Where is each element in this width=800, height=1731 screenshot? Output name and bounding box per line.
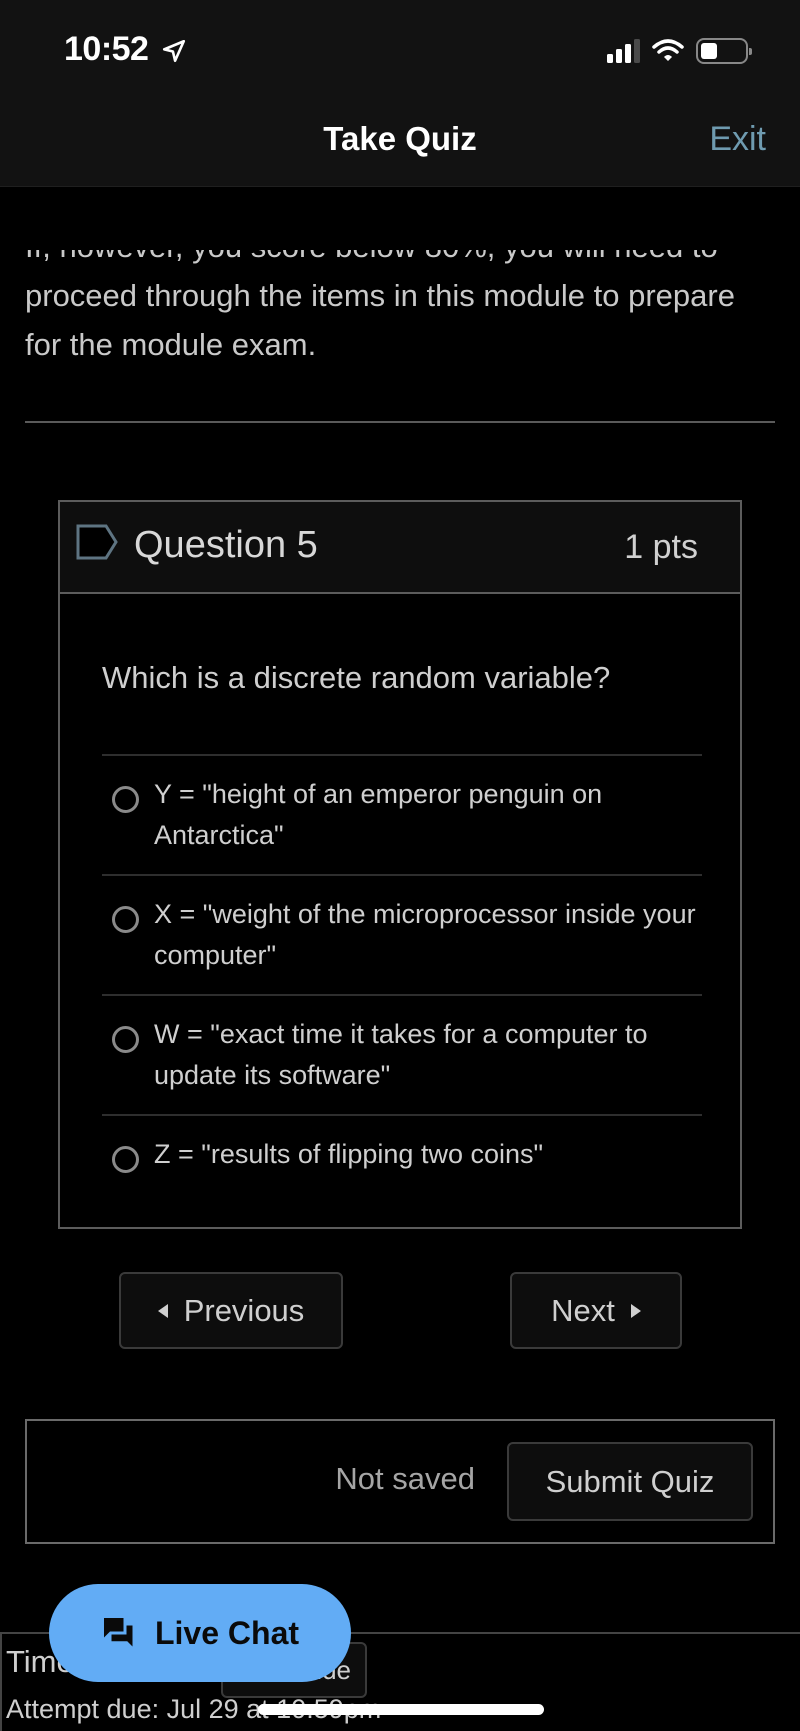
live-chat-label: Live Chat xyxy=(154,1614,300,1651)
answer-option[interactable]: Z = "results of flipping two coins" xyxy=(102,1114,702,1214)
home-indicator[interactable] xyxy=(258,1704,544,1715)
status-time: 10:52 xyxy=(64,30,187,69)
radio-button[interactable] xyxy=(112,906,139,933)
caret-right-icon xyxy=(630,1303,641,1318)
answer-option[interactable]: W = "exact time it takes for a computer … xyxy=(102,994,702,1114)
instructions-line: proceed through the items in this module… xyxy=(25,278,735,313)
previous-label: Previous xyxy=(183,1292,305,1328)
submit-quiz-button[interactable]: Submit Quiz xyxy=(507,1442,753,1521)
top-bar: 10:52 Take Quiz Exit xyxy=(0,0,800,187)
save-status: Not saved xyxy=(335,1461,475,1496)
answer-option[interactable]: X = "weight of the microprocessor inside… xyxy=(102,874,702,994)
status-time-text: 10:52 xyxy=(64,30,149,68)
question-text: Which is a discrete random variable? xyxy=(102,660,611,695)
next-label: Next xyxy=(551,1292,615,1328)
status-icons xyxy=(607,38,752,64)
quiz-instructions: If, however, you score below 80%, you wi… xyxy=(25,250,785,395)
answer-option[interactable]: Y = "height of an emperor penguin on Ant… xyxy=(102,754,702,874)
answer-label: W = "exact time it takes for a computer … xyxy=(154,1019,648,1090)
question-title: Question 5 xyxy=(134,524,318,566)
cellular-signal-icon xyxy=(607,39,640,63)
radio-button[interactable] xyxy=(112,786,139,813)
answer-label: X = "weight of the microprocessor inside… xyxy=(154,899,696,970)
page-title: Take Quiz xyxy=(323,120,477,157)
instructions-line: If, however, you score below 80%, you wi… xyxy=(25,250,735,271)
flag-question-icon[interactable] xyxy=(76,524,118,560)
question-points: 1 pts xyxy=(624,528,698,566)
submit-panel: Not saved Submit Quiz xyxy=(25,1419,775,1544)
live-chat-button[interactable]: Live Chat xyxy=(49,1584,351,1682)
location-arrow-icon xyxy=(163,39,186,63)
next-button[interactable]: Next xyxy=(510,1272,682,1349)
radio-button[interactable] xyxy=(112,1146,139,1173)
wifi-icon xyxy=(652,39,684,61)
instructions-line: for the module exam. xyxy=(25,327,317,362)
answer-label: Z = "results of flipping two coins" xyxy=(154,1139,544,1169)
divider xyxy=(25,421,775,423)
chat-bubbles-icon xyxy=(103,1618,133,1647)
radio-button[interactable] xyxy=(112,1026,139,1053)
answer-list: Y = "height of an emperor penguin on Ant… xyxy=(102,754,702,1214)
answer-label: Y = "height of an emperor penguin on Ant… xyxy=(154,779,603,850)
caret-left-icon xyxy=(157,1303,168,1318)
exit-button[interactable]: Exit xyxy=(709,120,766,159)
question-card: Question 5 1 pts Which is a discrete ran… xyxy=(58,500,742,1229)
previous-button[interactable]: Previous xyxy=(119,1272,343,1349)
battery-icon xyxy=(696,38,752,64)
question-header: Question 5 1 pts xyxy=(60,502,740,594)
